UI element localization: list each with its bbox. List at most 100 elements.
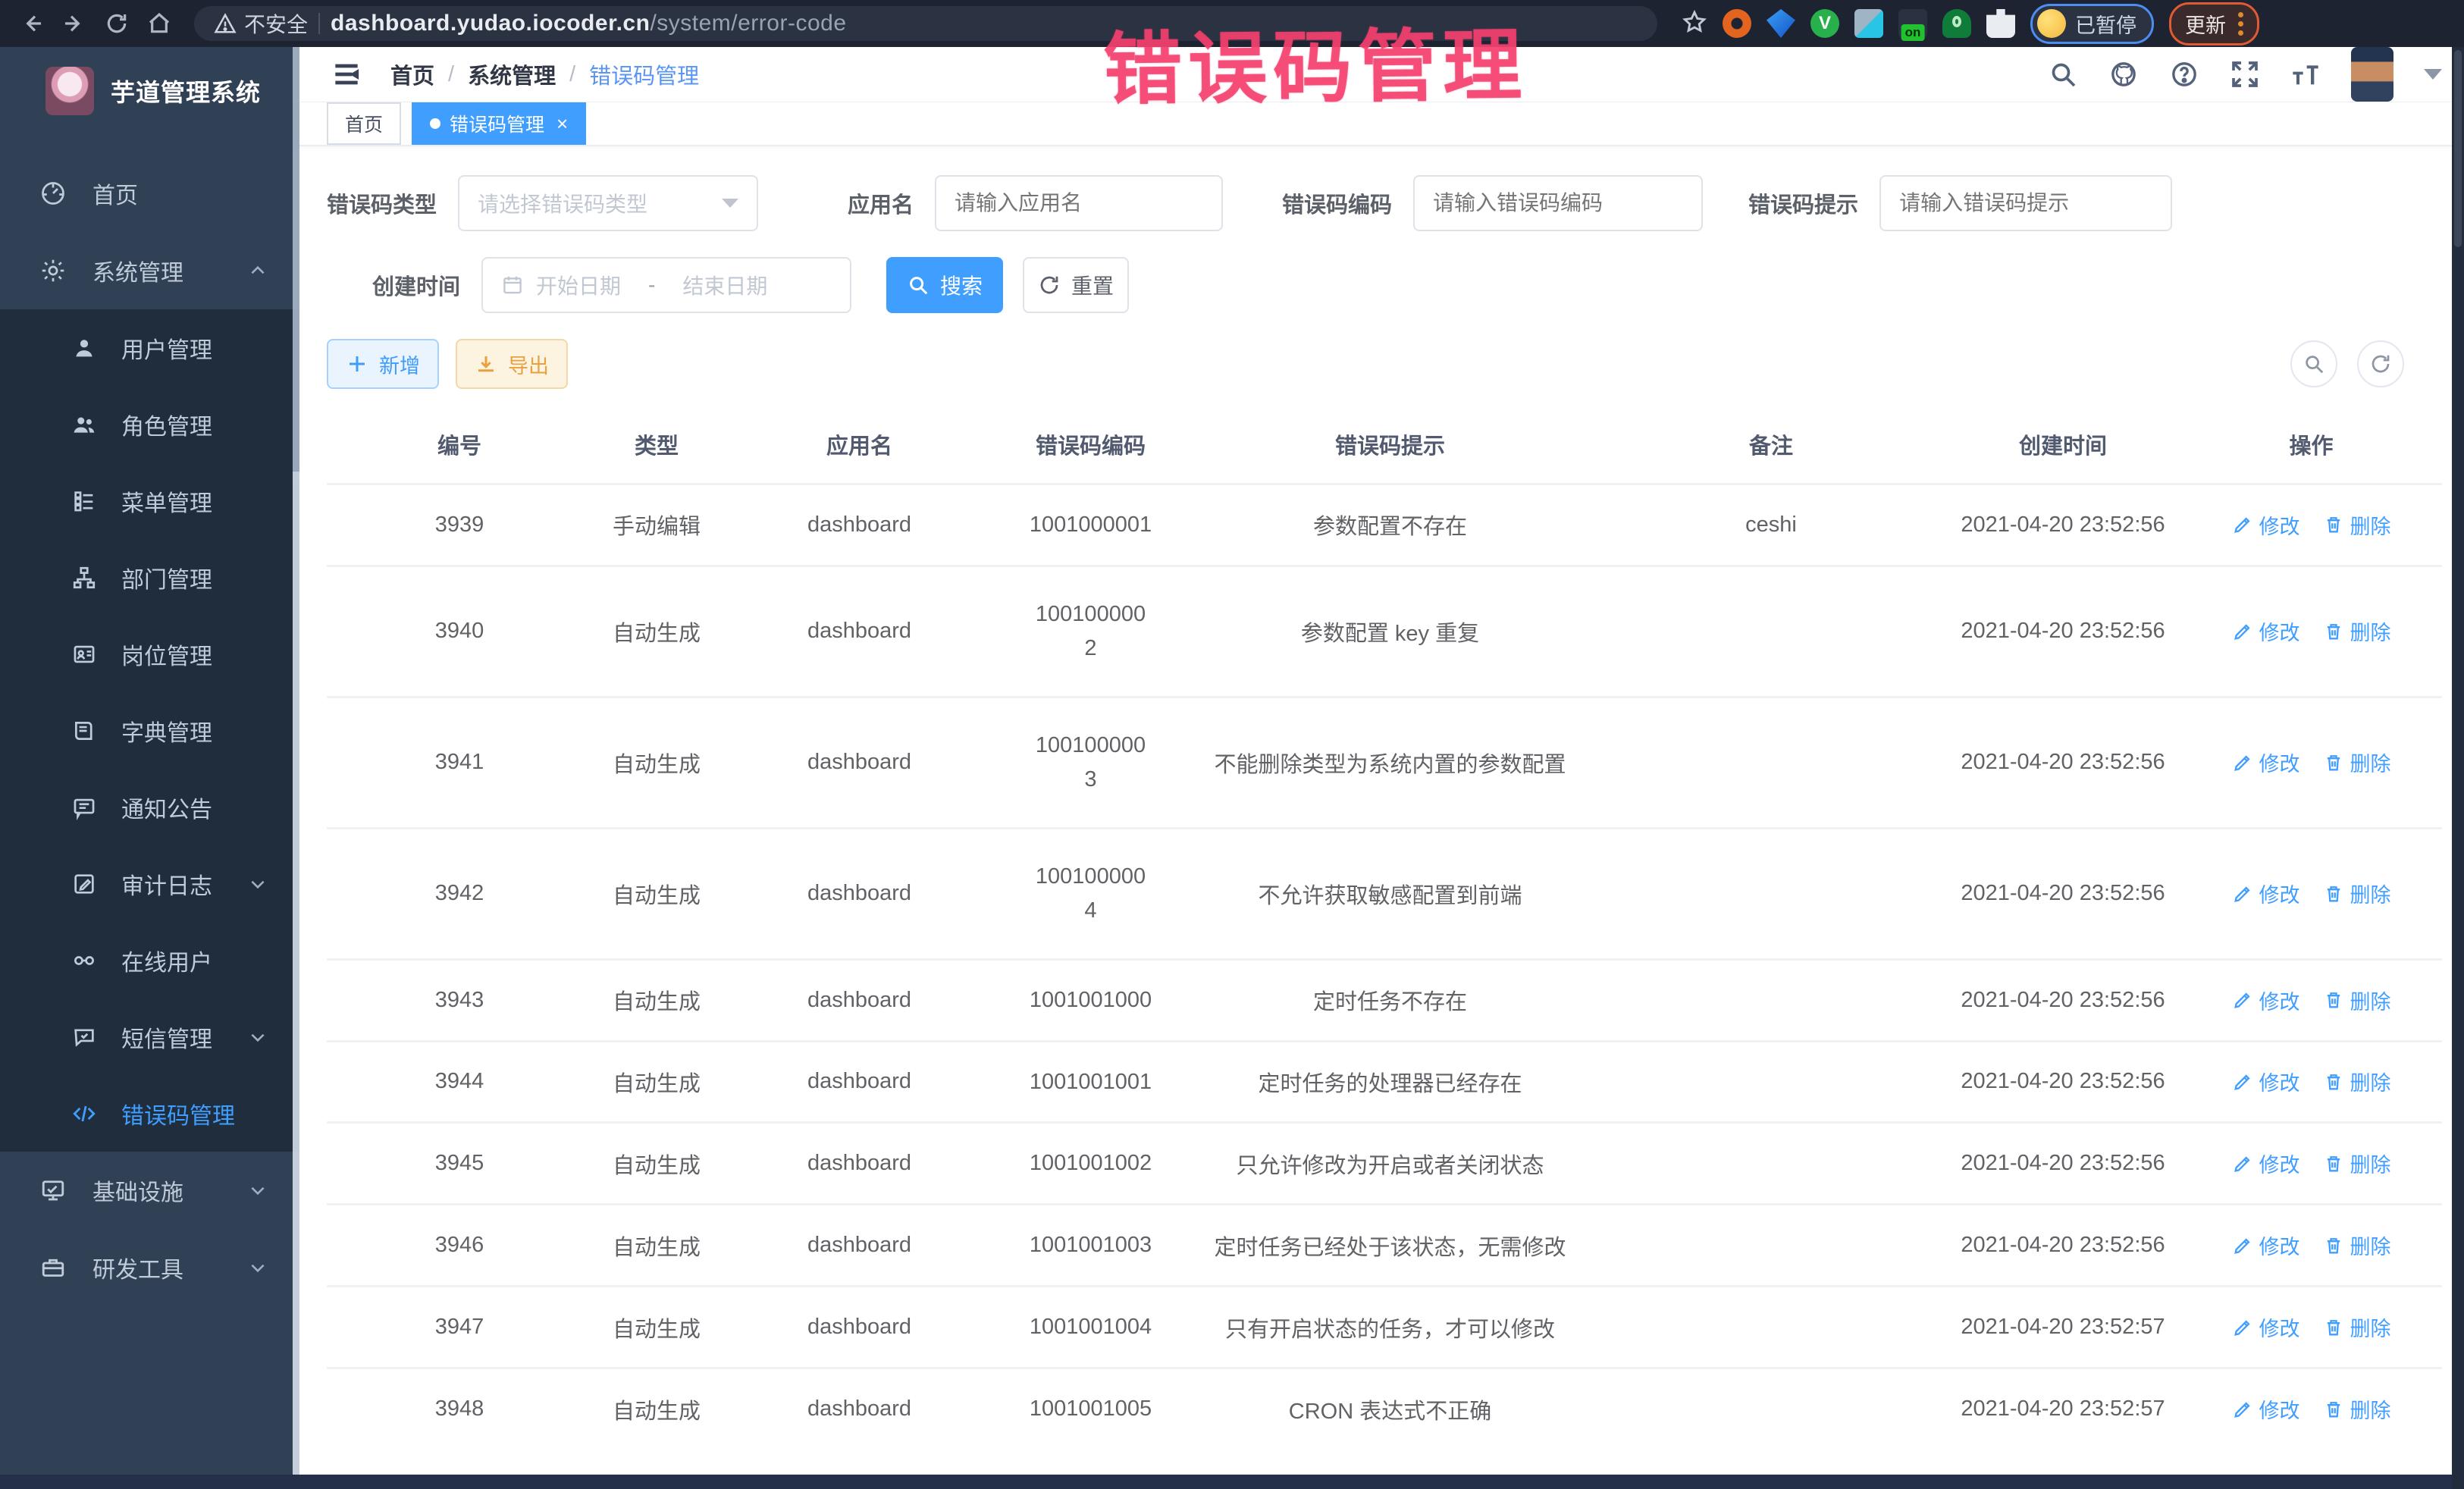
edit-link[interactable]: 修改: [2232, 616, 2300, 646]
extension-icon[interactable]: [1898, 9, 1927, 38]
trash-icon: [2323, 621, 2344, 642]
browser-update-button[interactable]: 更新: [2169, 2, 2259, 45]
add-label: 新增: [379, 350, 420, 379]
error-type-select[interactable]: 请选择错误码类型: [458, 175, 758, 231]
help-icon[interactable]: [2169, 59, 2199, 89]
sidebar-item-devtools[interactable]: 研发工具: [0, 1229, 299, 1306]
cell-ops: 修改 删除: [2180, 1205, 2442, 1287]
breadcrumb-home[interactable]: 首页: [390, 58, 434, 90]
delete-link[interactable]: 删除: [2323, 616, 2391, 646]
font-size-icon[interactable]: [2290, 59, 2321, 89]
edit-link[interactable]: 修改: [2232, 986, 2300, 1015]
extension-icon[interactable]: [1723, 9, 1751, 38]
cell-remark: [1597, 566, 1945, 697]
sidebar-item-system[interactable]: 系统管理: [0, 232, 299, 309]
edit-link[interactable]: 修改: [2232, 1394, 2300, 1424]
sidebar-item-label: 通知公告: [121, 791, 212, 824]
edit-link[interactable]: 修改: [2232, 879, 2300, 908]
delete-link[interactable]: 删除: [2323, 748, 2391, 777]
sidebar-scrollbar[interactable]: [293, 47, 299, 1475]
cell-ops: 修改 删除: [2180, 1041, 2442, 1123]
sidebar-item-users[interactable]: 用户管理: [0, 309, 299, 386]
sidebar-item-roles[interactable]: 角色管理: [0, 386, 299, 462]
error-code-input[interactable]: [1413, 175, 1703, 231]
delete-link[interactable]: 删除: [2323, 1067, 2391, 1096]
close-tag-icon[interactable]: ×: [556, 112, 568, 136]
app-logo[interactable]: 芋道管理系统: [0, 47, 299, 135]
not-secure-warning-icon[interactable]: 不安全: [214, 8, 308, 39]
book-icon: [71, 718, 97, 744]
delete-link[interactable]: 删除: [2323, 879, 2391, 908]
search-icon[interactable]: [2048, 59, 2078, 89]
breadcrumb-system[interactable]: 系统管理: [468, 58, 556, 90]
tag-home[interactable]: 首页: [327, 102, 401, 145]
cell-app: dashboard: [721, 1041, 998, 1123]
sidebar-item-sms[interactable]: 短信管理: [0, 998, 299, 1075]
extensions-puzzle-icon[interactable]: [1986, 9, 2015, 38]
sidebar-item-label: 审计日志: [121, 867, 212, 901]
refresh-table-button[interactable]: [2357, 340, 2404, 387]
search-button[interactable]: 搜索: [886, 257, 1003, 313]
edit-link[interactable]: 修改: [2232, 1230, 2300, 1260]
sidebar-item-departments[interactable]: 部门管理: [0, 539, 299, 616]
edit-link[interactable]: 修改: [2232, 748, 2300, 777]
delete-label: 删除: [2350, 986, 2391, 1015]
extension-icon[interactable]: [1942, 9, 1971, 38]
sidebar-item-online-users[interactable]: 在线用户: [0, 922, 299, 998]
sidebar-item-label: 岗位管理: [121, 638, 212, 671]
delete-link[interactable]: 删除: [2323, 986, 2391, 1015]
caret-down-icon[interactable]: [2424, 69, 2442, 80]
github-icon[interactable]: [2108, 59, 2139, 89]
calendar-icon: [501, 274, 524, 296]
cell-code: 100100000 3: [998, 697, 1183, 828]
hamburger-icon[interactable]: [330, 58, 363, 91]
delete-link[interactable]: 删除: [2323, 1394, 2391, 1424]
sidebar-item-home[interactable]: 首页: [0, 155, 299, 232]
sidebar-item-posts[interactable]: 岗位管理: [0, 616, 299, 692]
cell-code: 1001001001: [998, 1041, 1183, 1123]
bookmark-star-icon[interactable]: [1682, 9, 1707, 39]
error-msg-input[interactable]: [1879, 175, 2172, 231]
tag-label: 错误码管理: [450, 110, 544, 137]
back-icon[interactable]: [14, 5, 50, 42]
user-avatar[interactable]: [2351, 47, 2393, 102]
sidebar-item-infra[interactable]: 基础设施: [0, 1152, 299, 1229]
sidebar-item-notice[interactable]: 通知公告: [0, 769, 299, 845]
edit-link[interactable]: 修改: [2232, 510, 2300, 540]
delete-link[interactable]: 删除: [2323, 1312, 2391, 1342]
extension-icon[interactable]: [1766, 9, 1795, 38]
address-bar[interactable]: 不安全 dashboard.yudao.iocoder.cn/system/er…: [194, 6, 1657, 41]
reset-button[interactable]: 重置: [1023, 257, 1129, 313]
date-range-picker[interactable]: 开始日期 - 结束日期: [481, 257, 851, 313]
extension-icon[interactable]: V: [1810, 9, 1839, 38]
edit-link[interactable]: 修改: [2232, 1149, 2300, 1178]
reload-icon[interactable]: [99, 5, 135, 42]
fullscreen-icon[interactable]: [2230, 59, 2260, 89]
trash-icon: [2323, 514, 2344, 535]
breadcrumb-separator: /: [448, 62, 454, 87]
cell-id: 3945: [327, 1123, 592, 1205]
delete-link[interactable]: 删除: [2323, 1230, 2391, 1260]
delete-link[interactable]: 删除: [2323, 510, 2391, 540]
forward-icon[interactable]: [56, 5, 92, 42]
app-name-input[interactable]: [935, 175, 1223, 231]
announcement-icon: [71, 795, 97, 820]
home-icon[interactable]: [141, 5, 177, 42]
page-scrollbar[interactable]: [2452, 47, 2464, 1489]
export-button[interactable]: 导出: [456, 339, 568, 389]
menu-kebab-icon[interactable]: [2238, 12, 2243, 36]
sidebar-item-menus[interactable]: 菜单管理: [0, 462, 299, 539]
sidebar-item-dict[interactable]: 字典管理: [0, 692, 299, 769]
cell-type: 自动生成: [592, 1287, 721, 1368]
edit-link[interactable]: 修改: [2232, 1312, 2300, 1342]
cell-time: 2021-04-20 23:52:56: [1945, 697, 2180, 828]
tag-error-code[interactable]: 错误码管理 ×: [412, 102, 586, 145]
sidebar-item-audit-log[interactable]: 审计日志: [0, 845, 299, 922]
edit-link[interactable]: 修改: [2232, 1067, 2300, 1096]
extension-icon[interactable]: [1854, 9, 1883, 38]
browser-profile-badge[interactable]: 已暂停: [2030, 4, 2154, 44]
toggle-search-button[interactable]: [2290, 340, 2337, 387]
delete-link[interactable]: 删除: [2323, 1149, 2391, 1178]
add-button[interactable]: 新增: [327, 339, 439, 389]
sidebar-item-error-code[interactable]: 错误码管理: [0, 1075, 299, 1152]
